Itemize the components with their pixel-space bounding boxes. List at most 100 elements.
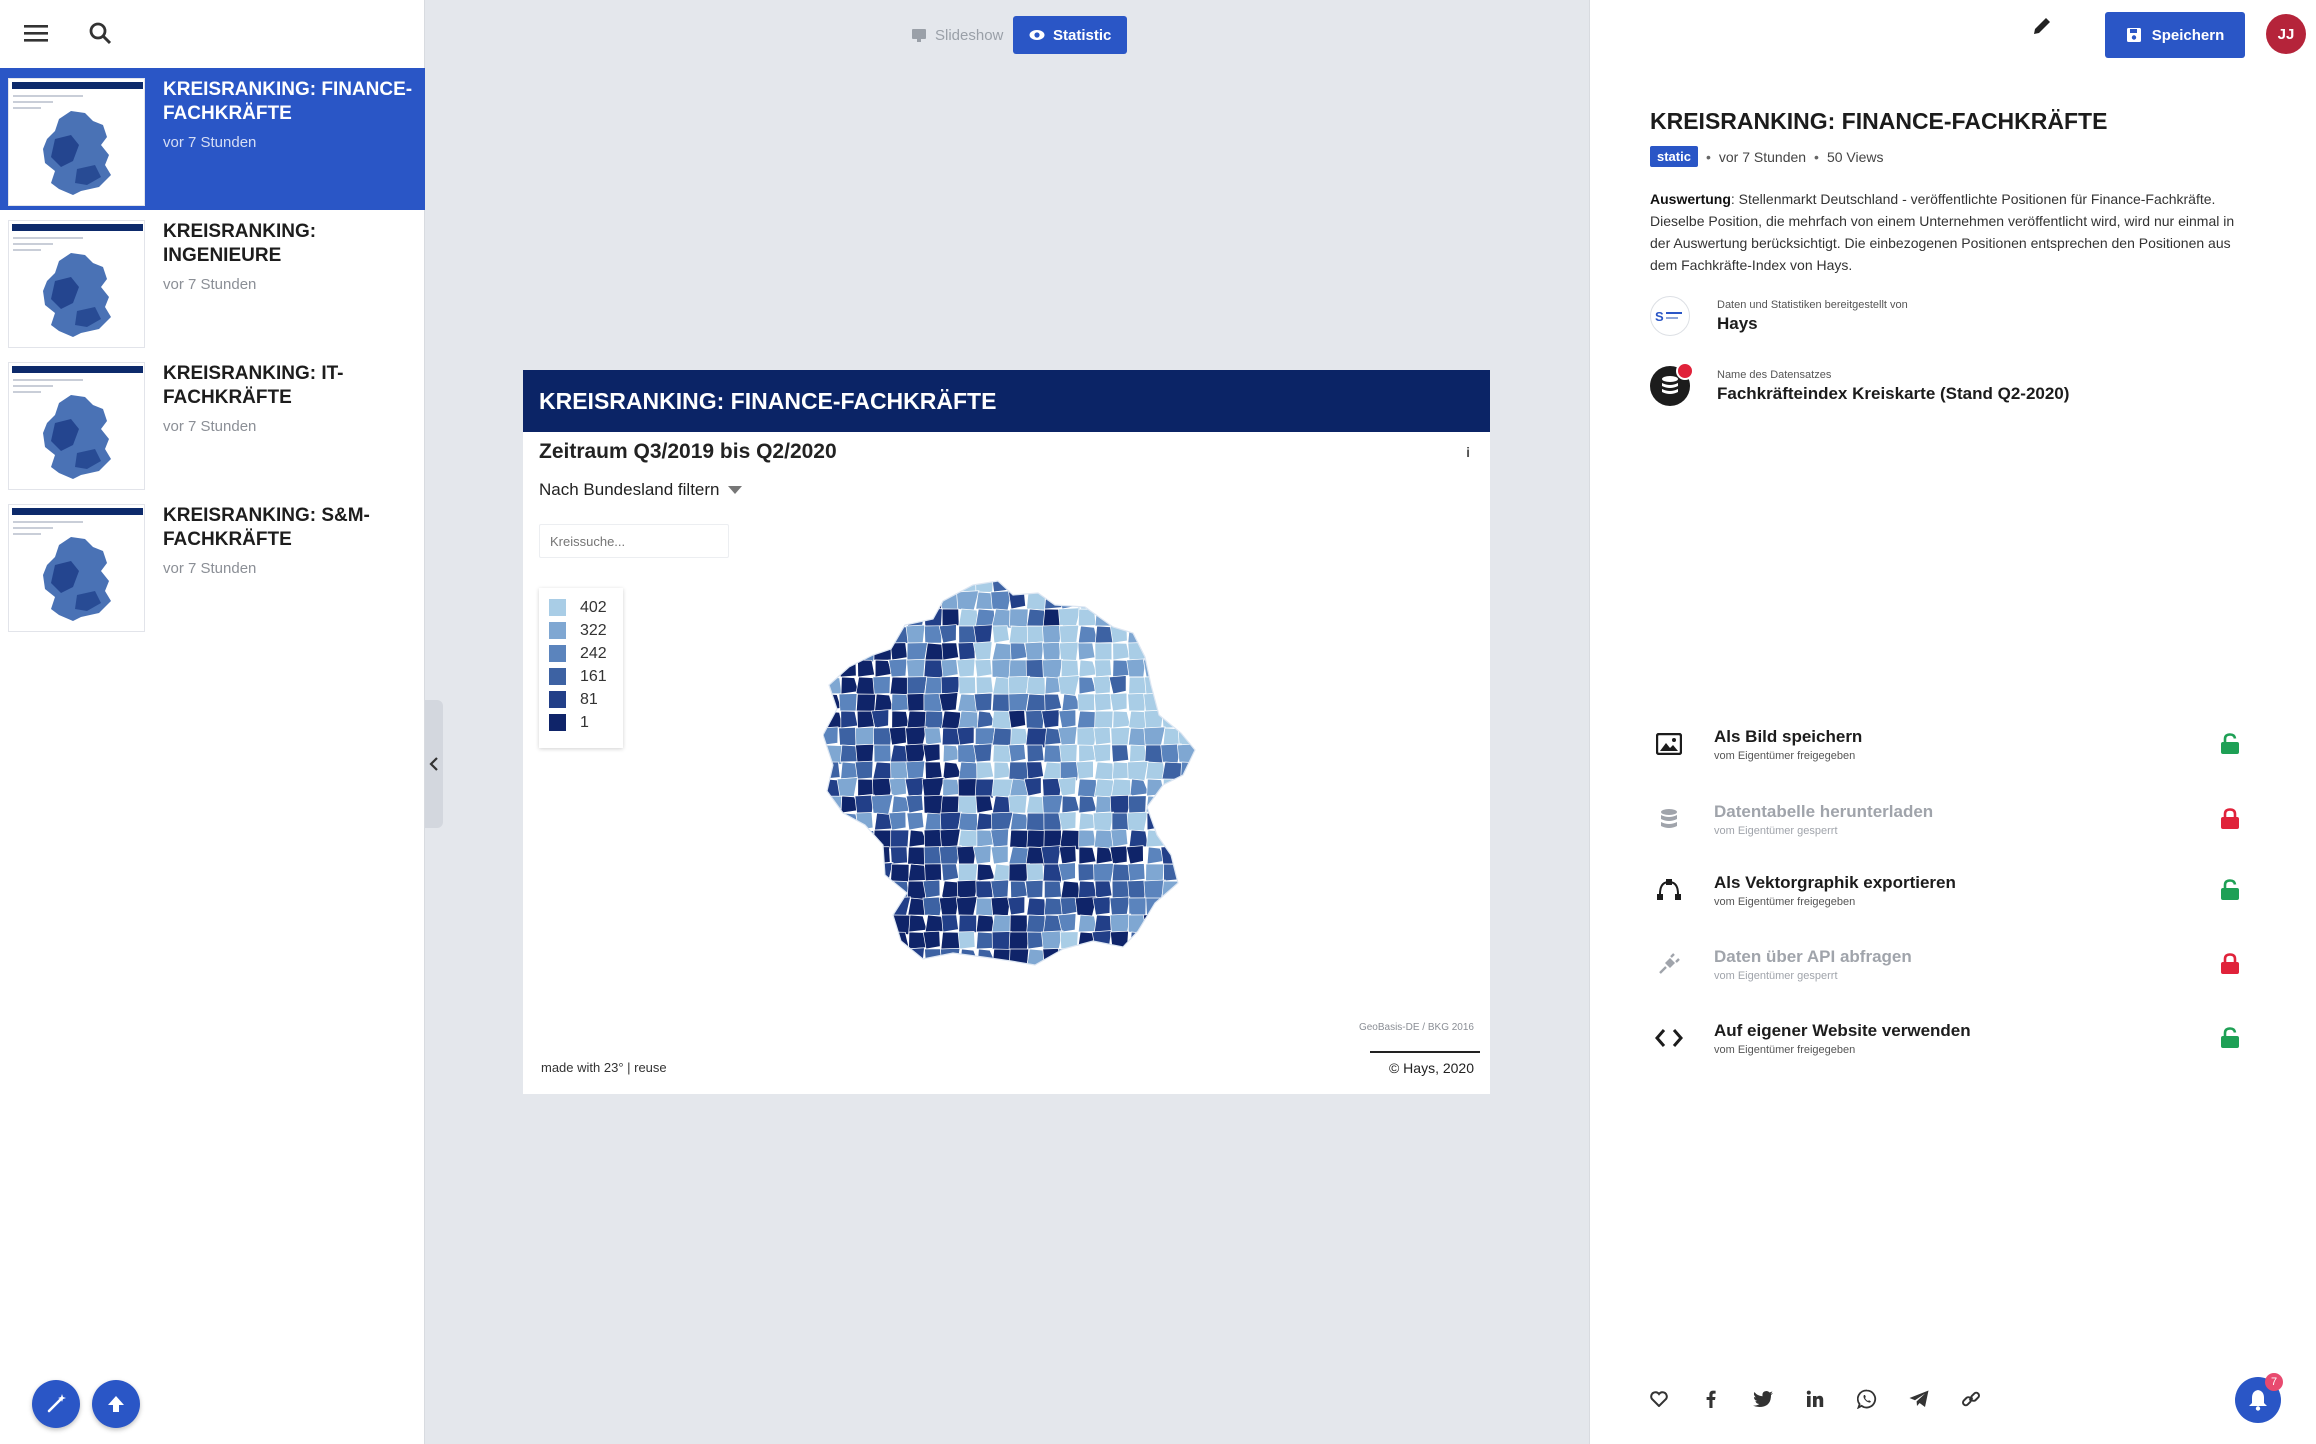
action-auf-eigener-website-verwenden[interactable]: Auf eigener Website verwenden vom Eigentü… (1650, 1014, 2250, 1062)
district (871, 896, 891, 916)
district (839, 642, 858, 661)
district (1094, 948, 1114, 965)
facebook-icon[interactable] (1696, 1384, 1726, 1414)
telegram-icon[interactable] (1904, 1384, 1934, 1414)
district-search-input[interactable] (539, 524, 729, 558)
district (857, 659, 875, 678)
action-als-vektorgraphik-exportieren[interactable]: Als Vektorgraphik exportieren vom Eigentü… (1650, 866, 2250, 914)
district (976, 761, 995, 780)
district (1161, 880, 1184, 902)
district (1077, 693, 1096, 712)
action-label: Datentabelle herunterladen (1714, 801, 1934, 821)
district (1110, 829, 1129, 848)
district (1196, 711, 1203, 728)
district (1161, 931, 1183, 951)
district (1127, 863, 1146, 882)
twitter-icon[interactable] (1748, 1384, 1778, 1414)
district (1197, 966, 1203, 970)
list-item[interactable]: KREISRANKING: INGENIEURE vor 7 Stunden (0, 210, 425, 352)
district (1057, 726, 1078, 746)
lock-open-icon (2221, 879, 2239, 900)
action-status: vom Eigentümer gesperrt (1714, 969, 1838, 982)
avatar[interactable]: JJ (2266, 14, 2306, 54)
district (889, 914, 912, 936)
district (874, 931, 893, 950)
district (924, 581, 943, 593)
district (856, 829, 877, 848)
germany-choropleth-map[interactable] (823, 575, 1203, 970)
district (888, 581, 909, 593)
magic-wand-button[interactable] (32, 1380, 80, 1428)
district (871, 947, 894, 965)
district (1009, 829, 1029, 849)
district (1010, 880, 1028, 899)
district (1109, 913, 1132, 935)
district (1196, 932, 1203, 952)
district (1094, 659, 1112, 678)
district (837, 896, 858, 916)
district (1193, 896, 1195, 917)
district (958, 710, 979, 730)
district (975, 966, 996, 970)
info-icon[interactable]: i (1466, 444, 1470, 460)
district (1026, 914, 1046, 934)
district (1058, 709, 1077, 729)
link-icon[interactable] (1956, 1384, 1986, 1414)
district (938, 692, 959, 712)
menu-icon[interactable] (14, 11, 58, 55)
list-item[interactable]: KREISRANKING: FINANCE-FACHKRÄFTE vor 7 St… (0, 68, 425, 210)
district (941, 608, 960, 627)
district (941, 863, 960, 882)
district (1160, 692, 1179, 712)
edit-icon[interactable] (2030, 14, 2054, 43)
district (836, 777, 858, 797)
district (923, 964, 942, 965)
linkedin-icon[interactable] (1800, 1384, 1830, 1414)
district (1111, 778, 1132, 798)
district (940, 581, 963, 596)
district (1059, 931, 1079, 950)
search-icon[interactable] (78, 11, 122, 55)
made-with-link[interactable]: made with 23° | reuse (541, 1060, 667, 1075)
lock-icon (2221, 808, 2239, 829)
district (905, 947, 925, 965)
collapse-sidebar-toggle[interactable] (425, 700, 443, 828)
notifications-button[interactable]: 7 (2235, 1373, 2283, 1423)
legend-swatch (549, 691, 566, 708)
district (1127, 879, 1147, 899)
statistic-thumbnail (8, 362, 145, 490)
district (1177, 590, 1195, 610)
district (1197, 609, 1203, 626)
action-datentabelle-herunterladen[interactable]: Datentabelle herunterladen vom Eigentümer… (1650, 795, 2250, 843)
tab-slideshow[interactable]: Slideshow (895, 16, 1019, 54)
action-label: Als Vektorgraphik exportieren (1714, 872, 1956, 892)
save-button[interactable]: Speichern (2105, 12, 2245, 58)
lock-open-icon (2221, 1027, 2239, 1048)
list-item[interactable]: KREISRANKING: S&M-FACHKRÄFTE vor 7 Stunde… (0, 494, 425, 636)
district (1044, 591, 1064, 610)
legend-swatch (549, 622, 566, 639)
scroll-top-button[interactable] (92, 1380, 140, 1428)
district (1163, 897, 1182, 916)
district (990, 828, 1009, 848)
district (1112, 948, 1132, 965)
provider-caption: Daten und Statistiken bereitgestellt von (1717, 298, 1908, 311)
district (873, 727, 893, 747)
list-item[interactable]: KREISRANKING: IT-FACHKRÄFTE vor 7 Stunden (0, 352, 425, 494)
district (855, 693, 876, 714)
description-text: : Stellenmarkt Deutschland - veröffentli… (1650, 191, 2235, 273)
tab-statistic[interactable]: Statistic (1013, 16, 1128, 54)
data-provider[interactable]: S Daten und Statistiken bereitgestellt v… (1650, 296, 1908, 336)
heart-icon[interactable] (1644, 1384, 1674, 1414)
district (857, 897, 876, 916)
action-daten-über-api-abfragen[interactable]: Daten über API abfragen vom Eigentümer ge… (1650, 940, 2250, 988)
district (1057, 675, 1080, 696)
list-item-title: KREISRANKING: IT-FACHKRÄFTE (163, 363, 344, 408)
district (1129, 931, 1149, 950)
district (972, 845, 992, 865)
district (1026, 761, 1044, 780)
list-item-time: vor 7 Stunden (163, 134, 257, 151)
whatsapp-icon[interactable] (1852, 1384, 1882, 1414)
action-als-bild-speichern[interactable]: Als Bild speichern vom Eigentümer freigeg… (1650, 720, 2250, 768)
bundesland-filter[interactable]: Nach Bundesland filtern (539, 480, 742, 500)
